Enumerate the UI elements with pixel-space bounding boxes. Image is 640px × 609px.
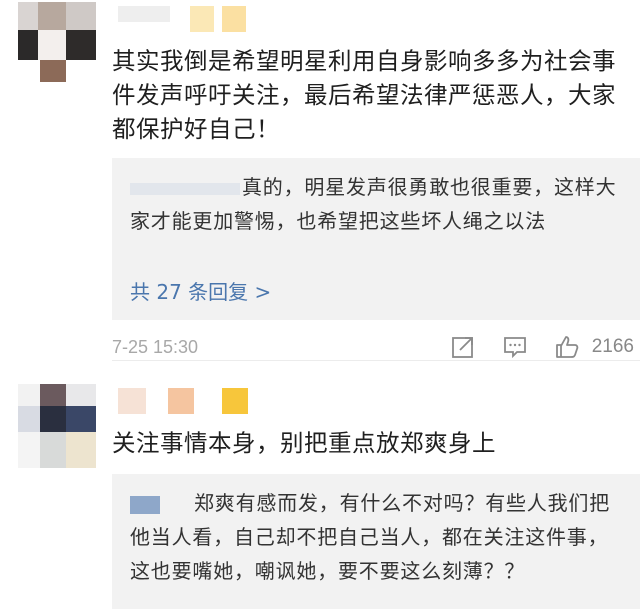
comment-icon[interactable]	[502, 334, 528, 360]
reply-box[interactable]: 郑爽有感而发，有什么不对吗？有些人我们把他当人看，自己却不把自己当人，都在关注这…	[112, 474, 640, 609]
reply-content: 郑爽有感而发，有什么不对吗？有些人我们把他当人看，自己却不把自己当人，都在关注这…	[130, 486, 622, 588]
avatar[interactable]	[18, 384, 96, 468]
timestamp: 7-25 15:30	[112, 337, 199, 357]
comment-text: 其实我倒是希望明星利用自身影响多多为社会事件发声呼吁关注，最后希望法律严惩恶人，…	[112, 47, 616, 143]
comment-text: 关注事情本身，别把重点放郑爽身上	[112, 429, 496, 457]
reply-box[interactable]: 真的，明星发声很勇敢也很重要，这样大家才能更加警惕，也希望把这些坏人绳之以法 共…	[112, 158, 640, 320]
share-icon[interactable]	[450, 334, 476, 360]
comment-item: 其实我倒是希望明星利用自身影响多多为社会事件发声呼吁关注，最后希望法律严惩恶人，…	[0, 0, 640, 362]
divider	[112, 360, 640, 361]
view-replies-link[interactable]: 共 27 条回复 >	[130, 278, 271, 306]
reply-content: 真的，明星发声很勇敢也很重要，这样大家才能更加警惕，也希望把这些坏人绳之以法	[130, 170, 622, 238]
thumbs-up-icon[interactable]	[554, 334, 580, 360]
comment-item: 关注事情本身，别把重点放郑爽身上 郑爽有感而发，有什么不对吗？有些人我们把他当人…	[0, 382, 640, 609]
reply-username[interactable]	[130, 491, 194, 515]
reply-text: 郑爽有感而发，有什么不对吗？有些人我们把他当人看，自己却不把自己当人，都在关注这…	[130, 491, 610, 583]
avatar[interactable]	[18, 2, 96, 82]
reply-username[interactable]	[130, 175, 242, 199]
comment-meta: 7-25 15:30 2166	[112, 332, 640, 362]
like-count: 2166	[591, 336, 634, 357]
